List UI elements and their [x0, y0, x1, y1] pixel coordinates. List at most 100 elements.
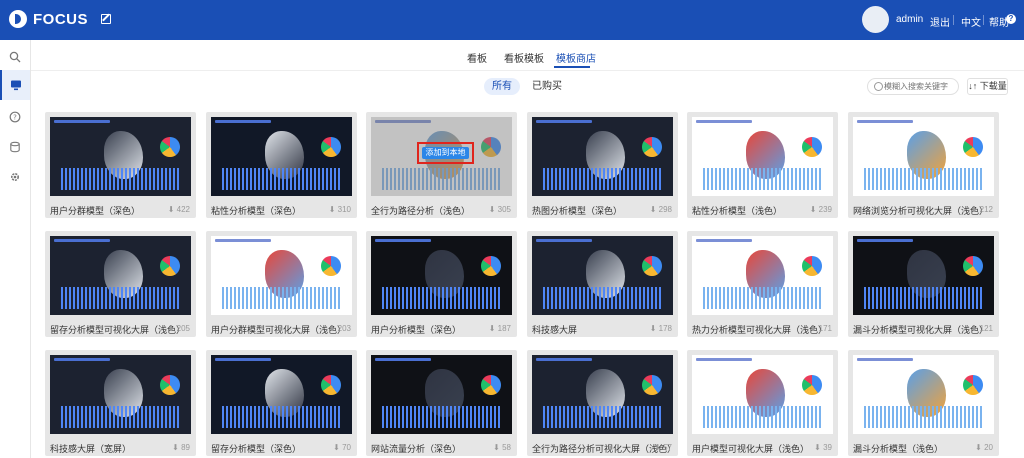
- sort-icon: ↓↑: [968, 81, 978, 91]
- template-card[interactable]: 留存分析模型（深色） ⬇ 70: [206, 350, 357, 456]
- template-card[interactable]: 网站流量分析（深色） ⬇ 58: [366, 350, 517, 456]
- template-thumbnail: [211, 355, 352, 434]
- thumbnail-pie: [802, 255, 822, 276]
- thumbnail-bars: [222, 286, 341, 309]
- user-name[interactable]: admin: [896, 14, 923, 25]
- template-card[interactable]: 漏斗分析模型可视化大屏（浅色） ⬇ 121: [848, 231, 999, 337]
- template-name: 留存分析模型可视化大屏（浅色）: [50, 325, 186, 335]
- language-link[interactable]: 中文: [961, 14, 981, 29]
- thumbnail-pie: [160, 136, 180, 157]
- thumbnail-header: [857, 120, 914, 123]
- template-name: 网站流量分析（深色）: [371, 444, 462, 454]
- download-icon: ⬇: [649, 324, 659, 333]
- template-card[interactable]: 粘性分析模型（深色） ⬇ 310: [206, 112, 357, 218]
- template-thumbnail: [692, 117, 833, 196]
- template-card[interactable]: 热图分析模型（深色） ⬇ 298: [527, 112, 678, 218]
- download-count: ⬇ 121: [971, 324, 993, 333]
- template-card[interactable]: 用户分析模型（深色） ⬇ 187: [366, 231, 517, 337]
- sidebar: ?: [0, 40, 31, 458]
- filter-all[interactable]: 所有: [484, 78, 520, 95]
- template-name: 粘性分析模型（深色）: [211, 206, 302, 216]
- tab-dashboard[interactable]: 看板: [467, 50, 487, 65]
- template-thumbnail: [211, 236, 352, 315]
- thumbnail-pie: [642, 136, 662, 157]
- template-card[interactable]: 全行为路径分析（浅色） ⬇ 305: [366, 112, 517, 218]
- template-card[interactable]: 用户模型可视化大屏（浅色） ⬇ 39: [687, 350, 838, 456]
- download-count: ⬇ 298: [650, 205, 672, 214]
- app-logo[interactable]: FOCUS: [9, 10, 88, 28]
- download-count: ⬇ 57: [654, 443, 672, 452]
- thumbnail-header: [375, 239, 432, 242]
- thumbnail-header: [857, 358, 914, 361]
- download-count: ⬇ 187: [489, 324, 511, 333]
- tab-template-store[interactable]: 模板商店: [556, 50, 596, 65]
- download-count-value: 57: [663, 443, 672, 452]
- thumbnail-pie: [642, 374, 662, 395]
- help-icon[interactable]: ?: [1006, 14, 1016, 24]
- sidebar-search[interactable]: [0, 42, 30, 72]
- download-count-value: 203: [337, 324, 351, 333]
- thumbnail-header: [54, 239, 111, 242]
- sidebar-dashboard[interactable]: [0, 70, 30, 100]
- edit-icon[interactable]: [101, 14, 111, 24]
- download-count-value: 20: [984, 443, 993, 452]
- sidebar-data[interactable]: [0, 132, 30, 162]
- download-count: ⬇ 89: [172, 443, 190, 452]
- divider: [953, 15, 954, 25]
- thumbnail-header: [536, 239, 593, 242]
- download-count-value: 205: [176, 324, 190, 333]
- download-icon: ⬇: [970, 205, 980, 214]
- sort-button[interactable]: ↓↑ 下载量: [967, 78, 1008, 95]
- template-card[interactable]: 用户分群模型可视化大屏（浅色） ⬇ 203: [206, 231, 357, 337]
- thumbnail-bars: [61, 405, 180, 428]
- download-count-value: 239: [818, 205, 832, 214]
- search-input[interactable]: [884, 80, 954, 93]
- template-name: 网络浏览分析可视化大屏（浅色）: [853, 206, 989, 216]
- download-count-value: 187: [497, 324, 511, 333]
- template-card[interactable]: 用户分群模型（深色） ⬇ 422: [45, 112, 196, 218]
- template-card[interactable]: 留存分析模型可视化大屏（浅色） ⬇ 205: [45, 231, 196, 337]
- logout-link[interactable]: 退出: [930, 14, 950, 29]
- download-count: ⬇ 310: [329, 205, 351, 214]
- download-count-value: 298: [658, 205, 672, 214]
- download-count-value: 39: [823, 443, 832, 452]
- download-icon: ⬇: [328, 205, 338, 214]
- template-card[interactable]: 粘性分析模型（浅色） ⬇ 239: [687, 112, 838, 218]
- thumbnail-bars: [222, 405, 341, 428]
- tab-dashboard-template[interactable]: 看板模板: [504, 50, 544, 65]
- thumbnail-bars: [703, 286, 822, 309]
- template-card[interactable]: 科技感大屏（宽屏） ⬇ 89: [45, 350, 196, 456]
- app-name: FOCUS: [33, 10, 88, 28]
- thumbnail-bars: [543, 167, 662, 190]
- add-to-local-button[interactable]: 添加到本地: [417, 142, 474, 164]
- thumbnail-header: [54, 120, 111, 123]
- template-name: 粘性分析模型（浅色）: [692, 206, 783, 216]
- template-thumbnail: [50, 236, 191, 315]
- template-thumbnail: [532, 355, 673, 434]
- download-count-value: 422: [176, 205, 190, 214]
- template-card[interactable]: 科技感大屏 ⬇ 178: [527, 231, 678, 337]
- thumbnail-header: [536, 358, 593, 361]
- sidebar-help[interactable]: ?: [0, 102, 30, 132]
- thumbnail-pie: [160, 374, 180, 395]
- download-count-value: 171: [818, 324, 832, 333]
- thumbnail-bars: [382, 286, 501, 309]
- avatar[interactable]: [862, 6, 889, 33]
- gear-icon: [10, 172, 20, 182]
- template-card[interactable]: 全行为路径分析可视化大屏（浅色） ⬇ 57: [527, 350, 678, 456]
- template-card[interactable]: 漏斗分析模型（浅色） ⬇ 20: [848, 350, 999, 456]
- download-count-value: 121: [979, 324, 993, 333]
- template-name: 热图分析模型（深色）: [532, 206, 623, 216]
- template-name: 科技感大屏（宽屏）: [50, 444, 132, 454]
- filter-purchased[interactable]: 已购买: [524, 78, 570, 95]
- thumbnail-header: [536, 120, 593, 123]
- download-count-value: 58: [502, 443, 511, 452]
- template-card[interactable]: 网络浏览分析可视化大屏（浅色） ⬇ 212: [848, 112, 999, 218]
- template-thumbnail: [211, 117, 352, 196]
- template-card[interactable]: 热力分析模型可视化大屏（浅色） ⬇ 171: [687, 231, 838, 337]
- sidebar-settings[interactable]: [0, 162, 30, 192]
- download-count: ⬇ 20: [975, 443, 993, 452]
- download-count: ⬇ 171: [810, 324, 832, 333]
- download-icon: ⬇: [488, 205, 498, 214]
- search-box[interactable]: [867, 78, 959, 95]
